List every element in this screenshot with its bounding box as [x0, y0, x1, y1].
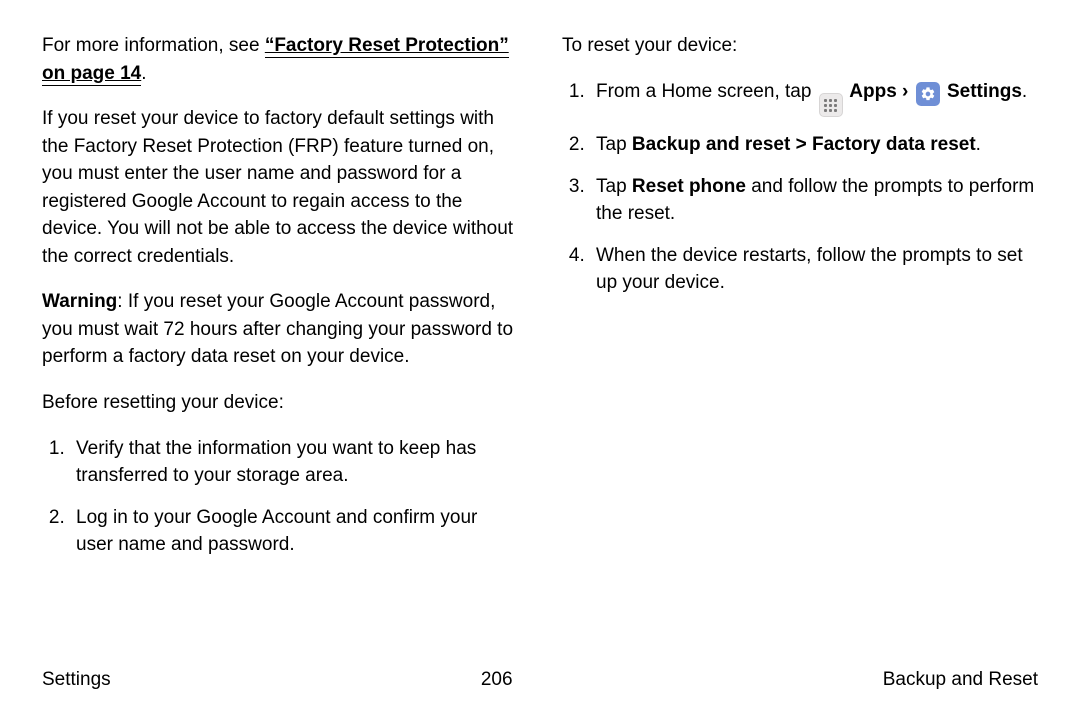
frp-body: If you reset your device to factory defa…	[42, 105, 518, 270]
page-footer: Settings 206 Backup and Reset	[42, 666, 1038, 694]
list-item: Log in to your Google Account and confir…	[70, 504, 518, 559]
step-separator: ›	[897, 81, 914, 102]
two-column-layout: For more information, see “Factory Reset…	[42, 32, 1038, 652]
before-heading: Before resetting your device:	[42, 389, 518, 417]
intro-suffix: .	[141, 63, 146, 84]
apps-label: Apps	[845, 81, 897, 102]
warning-label: Warning	[42, 291, 117, 312]
left-column: For more information, see “Factory Reset…	[42, 32, 518, 652]
list-item: When the device restarts, follow the pro…	[590, 242, 1038, 297]
toreset-list: From a Home screen, tap Apps › Settings.…	[562, 78, 1038, 297]
intro-text: For more information, see	[42, 35, 265, 56]
before-list: Verify that the information you want to …	[42, 435, 518, 559]
step2-d: Factory data reset	[812, 134, 976, 155]
settings-icon	[916, 82, 940, 106]
step2-a: Tap	[596, 134, 632, 155]
list-item: From a Home screen, tap Apps › Settings.	[590, 78, 1038, 118]
step3-a: Tap	[596, 176, 632, 197]
step1-text-a: From a Home screen, tap	[596, 81, 817, 102]
footer-page-number: 206	[481, 666, 513, 694]
apps-icon	[819, 93, 843, 117]
list-item: Tap Backup and reset > Factory data rese…	[590, 131, 1038, 159]
toreset-heading: To reset your device:	[562, 32, 1038, 60]
list-item: Tap Reset phone and follow the prompts t…	[590, 173, 1038, 228]
step3-b: Reset phone	[632, 176, 746, 197]
settings-label: Settings	[942, 81, 1022, 102]
list-item: Verify that the information you want to …	[70, 435, 518, 490]
right-column: To reset your device: From a Home screen…	[562, 32, 1038, 652]
step1-end: .	[1022, 81, 1027, 102]
intro-paragraph: For more information, see “Factory Reset…	[42, 32, 518, 87]
warning-paragraph: Warning: If you reset your Google Accoun…	[42, 288, 518, 371]
step2-e: .	[976, 134, 981, 155]
step2-b: Backup and reset	[632, 134, 790, 155]
footer-right: Backup and Reset	[883, 666, 1038, 694]
footer-left: Settings	[42, 666, 111, 694]
step2-c: >	[790, 134, 812, 155]
